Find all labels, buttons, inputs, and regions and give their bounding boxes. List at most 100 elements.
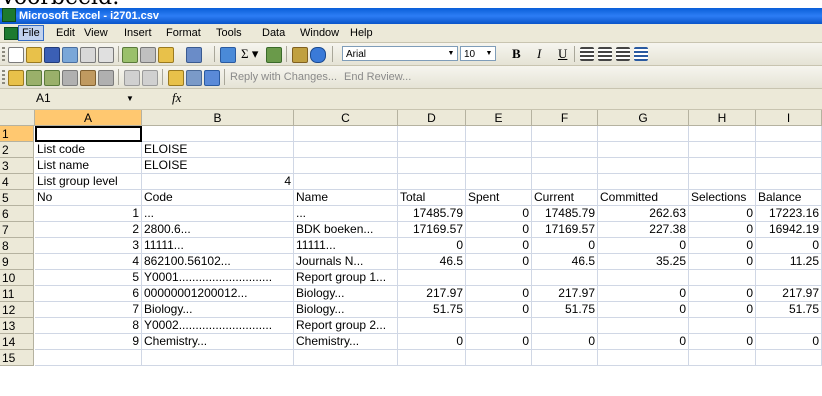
chevron-down-icon[interactable]: ▼ [126, 91, 134, 106]
cell-e7[interactable]: 0 [466, 222, 532, 238]
toolbar-grip[interactable] [2, 47, 5, 61]
undo-icon[interactable] [186, 47, 202, 63]
cell-c14[interactable]: Chemistry... [294, 334, 398, 350]
cell-c11[interactable]: Biology... [294, 286, 398, 302]
menu-format[interactable]: Format [166, 26, 201, 40]
comment-icon[interactable] [168, 70, 184, 86]
cell-d3[interactable] [398, 158, 466, 174]
font-size-select[interactable]: 10 ▼ [460, 46, 496, 61]
align-right-icon[interactable] [616, 47, 630, 61]
cell-i10[interactable] [756, 270, 822, 286]
cell-a5[interactable]: No [35, 190, 142, 206]
chart-wizard-icon[interactable] [292, 47, 308, 63]
cell-g10[interactable] [598, 270, 689, 286]
row-header[interactable]: 8 [0, 238, 34, 254]
cell-a11[interactable]: 6 [35, 286, 142, 302]
cell-a12[interactable]: 7 [35, 302, 142, 318]
cell-e4[interactable] [466, 174, 532, 190]
cell-c6[interactable]: ... [294, 206, 398, 222]
permission-icon[interactable] [62, 47, 78, 63]
cell-a4[interactable]: List group level [35, 174, 142, 190]
cell-d13[interactable] [398, 318, 466, 334]
cell-f12[interactable]: 51.75 [532, 302, 598, 318]
cell-d2[interactable] [398, 142, 466, 158]
row-header[interactable]: 11 [0, 286, 34, 302]
cell-d9[interactable]: 46.5 [398, 254, 466, 270]
cut-icon[interactable] [140, 47, 156, 63]
cell-e5[interactable]: Spent [466, 190, 532, 206]
cell-g3[interactable] [598, 158, 689, 174]
cell-g7[interactable]: 227.38 [598, 222, 689, 238]
cell-c15[interactable] [294, 350, 398, 366]
align-left-icon[interactable] [580, 47, 594, 61]
print-icon[interactable] [80, 47, 96, 63]
cell-g13[interactable] [598, 318, 689, 334]
cell-e6[interactable]: 0 [466, 206, 532, 222]
open-icon[interactable] [26, 47, 42, 63]
chevron-down-icon[interactable]: ▼ [483, 47, 495, 60]
row-header[interactable]: 4 [0, 174, 34, 190]
cell-a13[interactable]: 8 [35, 318, 142, 334]
cell-d11[interactable]: 217.97 [398, 286, 466, 302]
route-icon[interactable] [80, 70, 96, 86]
cell-f2[interactable] [532, 142, 598, 158]
cell-a3[interactable]: List name [35, 158, 142, 174]
cell-f1[interactable] [532, 126, 598, 142]
select-all-corner[interactable] [0, 110, 35, 126]
column-header-i[interactable]: I [756, 110, 822, 126]
cell-i13[interactable] [756, 318, 822, 334]
cell-b2[interactable]: ELOISE [142, 142, 294, 158]
name-box[interactable]: A1 ▼ [36, 91, 136, 106]
cell-i11[interactable]: 217.97 [756, 286, 822, 302]
cell-e10[interactable] [466, 270, 532, 286]
cell-c9[interactable]: Journals N... [294, 254, 398, 270]
align-center-icon[interactable] [598, 47, 612, 61]
cell-f15[interactable] [532, 350, 598, 366]
column-header-a[interactable]: A [35, 110, 142, 126]
mail-icon[interactable] [62, 70, 78, 86]
menu-help[interactable]: Help [350, 26, 373, 40]
menu-edit[interactable]: Edit [56, 26, 75, 40]
cell-i9[interactable]: 11.25 [756, 254, 822, 270]
cell-g8[interactable]: 0 [598, 238, 689, 254]
menu-view[interactable]: View [84, 26, 108, 40]
row-header[interactable]: 6 [0, 206, 34, 222]
cell-g14[interactable]: 0 [598, 334, 689, 350]
cell-d7[interactable]: 17169.57 [398, 222, 466, 238]
cell-b5[interactable]: Code [142, 190, 294, 206]
column-header-b[interactable]: B [142, 110, 294, 126]
cell-e14[interactable]: 0 [466, 334, 532, 350]
row-header[interactable]: 5 [0, 190, 34, 206]
cell-d6[interactable]: 17485.79 [398, 206, 466, 222]
print-preview-icon[interactable] [98, 47, 114, 63]
cell-g5[interactable]: Committed [598, 190, 689, 206]
menu-file[interactable]: File [18, 25, 44, 41]
cell-b3[interactable]: ELOISE [142, 158, 294, 174]
cell-i1[interactable] [756, 126, 822, 142]
cell-c5[interactable]: Name [294, 190, 398, 206]
cell-g1[interactable] [598, 126, 689, 142]
cell-a14[interactable]: 9 [35, 334, 142, 350]
column-header-h[interactable]: H [689, 110, 756, 126]
cell-a10[interactable]: 5 [35, 270, 142, 286]
cell-g6[interactable]: 262.63 [598, 206, 689, 222]
row-header[interactable]: 2 [0, 142, 34, 158]
track-changes-icon[interactable] [124, 70, 140, 86]
cell-h2[interactable] [689, 142, 756, 158]
research-icon[interactable] [122, 47, 138, 63]
cell-g15[interactable] [598, 350, 689, 366]
cell-b9[interactable]: 862100.56102... [142, 254, 294, 270]
cell-b8[interactable]: 11111... [142, 238, 294, 254]
cell-a7[interactable]: 2 [35, 222, 142, 238]
cell-b13[interactable]: Y0002............................ [142, 318, 294, 334]
merge-center-icon[interactable] [634, 47, 648, 61]
reply-icon[interactable] [98, 70, 114, 86]
cell-c1[interactable] [294, 126, 398, 142]
toolbar-grip[interactable] [2, 70, 5, 84]
autosum-icon[interactable]: Σ ▾ [241, 46, 258, 62]
cell-c4[interactable] [294, 174, 398, 190]
hyperlink-icon[interactable] [220, 47, 236, 63]
cell-c8[interactable]: 11111... [294, 238, 398, 254]
cell-d4[interactable] [398, 174, 466, 190]
cell-f11[interactable]: 217.97 [532, 286, 598, 302]
